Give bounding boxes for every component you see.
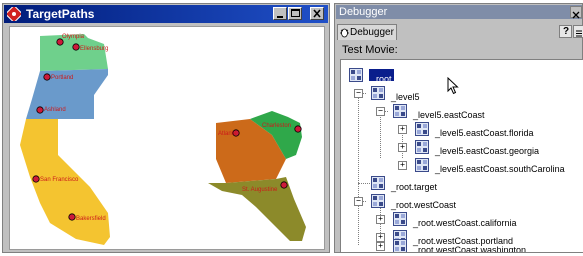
- tree-label-box: _root.westCoast: [389, 195, 458, 210]
- movieclip-icon: [415, 140, 429, 154]
- movieclip-icon: [415, 122, 429, 136]
- tree-row-root-target[interactable]: _root.target: [341, 174, 583, 192]
- tree-label-box: _root.westCoast.california: [411, 213, 519, 228]
- city-atlanta[interactable]: Atlanta: [218, 129, 240, 137]
- tree-row-florida[interactable]: + _level5.eastCoast.florida: [341, 120, 583, 138]
- movieclip-icon: [371, 194, 385, 208]
- debugger-titlebar[interactable]: Debugger: [336, 5, 582, 19]
- tree-row-california[interactable]: + _root.westCoast.california: [341, 210, 583, 228]
- targetpaths-window: TargetPaths Olympia Ellensburg Portland …: [2, 3, 330, 253]
- close-icon: [313, 9, 321, 18]
- tree-label: _level5.eastCoast.georgia: [435, 146, 540, 156]
- tree-row-root-westcoast[interactable]: − _root.westCoast: [341, 192, 583, 210]
- help-button[interactable]: ?: [559, 25, 572, 38]
- movieclip-icon: [349, 68, 363, 82]
- city-label-ashland: Ashland: [44, 107, 66, 113]
- movieclip-icon: [393, 239, 407, 252]
- city-portland[interactable]: Portland: [43, 73, 74, 81]
- tree-label-box: _root: [369, 69, 394, 84]
- expand-toggle[interactable]: +: [398, 124, 407, 134]
- tree-row-washington[interactable]: + _root.westCoast.washington: [341, 236, 583, 252]
- tree-label: _root.westCoast.washington: [413, 245, 527, 253]
- bug-icon: [340, 28, 349, 38]
- tab-debugger[interactable]: Debugger: [337, 24, 397, 40]
- close-button[interactable]: [570, 6, 582, 19]
- tree-label-box: _level5.eastCoast.georgia: [433, 141, 541, 156]
- tab-label: Debugger: [350, 27, 394, 38]
- maximize-button[interactable]: [288, 7, 302, 20]
- city-san-francisco[interactable]: San Francisco: [32, 175, 79, 183]
- city-label-san-francisco: San Francisco: [40, 177, 79, 183]
- movieclip-icon: [371, 86, 385, 100]
- tree-label-box: _level5.eastCoast: [411, 105, 487, 120]
- movieclip-icon: [393, 104, 407, 118]
- tree-label-box: _level5: [389, 87, 422, 102]
- city-label-bakersfield: Bakersfield: [76, 216, 106, 222]
- display-list-tree[interactable]: _root − _level5 − _level5.eastCoast + _l…: [340, 59, 583, 253]
- close-icon: [572, 11, 580, 19]
- window-title: TargetPaths: [26, 7, 95, 21]
- movie-label: Test Movie:: [342, 44, 398, 56]
- menu-icon: [576, 30, 582, 37]
- close-button[interactable]: [310, 7, 324, 20]
- collapse-toggle[interactable]: −: [376, 106, 385, 116]
- expand-toggle[interactable]: +: [398, 160, 407, 170]
- tree-label: _level5: [391, 92, 420, 102]
- city-label-ellensburg: Ellensburg: [80, 46, 108, 52]
- city-label-olympia: Olympia: [62, 34, 85, 40]
- city-ashland[interactable]: Ashland: [36, 106, 66, 114]
- tree-label: _root: [371, 74, 392, 84]
- movieclip-icon: [393, 212, 407, 226]
- map-drawing: Olympia Ellensburg Portland Ashland San …: [20, 34, 306, 245]
- city-label-portland: Portland: [51, 75, 73, 81]
- movieclip-icon: [371, 176, 385, 190]
- tree-row-georgia[interactable]: + _level5.eastCoast.georgia: [341, 138, 583, 156]
- targetpaths-titlebar[interactable]: TargetPaths: [4, 5, 328, 23]
- tree-row-southcarolina[interactable]: + _level5.eastCoast.southCarolina: [341, 156, 583, 174]
- tree-label: _level5.eastCoast.southCarolina: [435, 164, 565, 174]
- maximize-icon: [291, 9, 300, 17]
- collapse-toggle[interactable]: −: [354, 88, 363, 98]
- tree-label: _root.target: [391, 182, 438, 192]
- tree-label: _root.westCoast.california: [413, 218, 517, 228]
- tree-row-level5[interactable]: − _level5: [341, 84, 583, 102]
- flash-app-icon: [7, 7, 21, 21]
- tree-label-box: _level5.eastCoast.florida: [433, 123, 536, 138]
- minimize-icon: [277, 16, 283, 18]
- tree-row-level5-eastcoast[interactable]: − _level5.eastCoast: [341, 102, 583, 120]
- tree-label: _level5.eastCoast: [413, 110, 485, 120]
- tree-label-box: _level5.eastCoast.southCarolina: [433, 159, 567, 174]
- tree-label: _level5.eastCoast.florida: [435, 128, 534, 138]
- expand-toggle[interactable]: +: [398, 142, 407, 152]
- expand-toggle[interactable]: +: [376, 214, 385, 224]
- expand-toggle[interactable]: +: [376, 241, 385, 251]
- minimize-button[interactable]: [273, 7, 287, 20]
- city-label-atlanta: Atlanta: [218, 131, 237, 137]
- help-icon: ?: [563, 26, 570, 37]
- tree-label-box: _root.westCoast.washington: [411, 240, 528, 252]
- tree-row-root[interactable]: _root: [341, 66, 583, 95]
- city-label-charleston: Charleston: [262, 123, 291, 129]
- tree-label-box: _root.target: [389, 177, 439, 192]
- tree-label: _root.westCoast: [391, 200, 457, 210]
- collapse-toggle[interactable]: −: [354, 196, 363, 206]
- map-canvas: Olympia Ellensburg Portland Ashland San …: [9, 26, 325, 250]
- city-label-st-augustine: St. Augustine: [242, 187, 278, 193]
- debugger-window: Debugger Debugger ? Test Movie: _root − …: [334, 3, 583, 253]
- movieclip-icon: [415, 158, 429, 172]
- window-title: Debugger: [339, 6, 388, 18]
- panel-menu-button[interactable]: [573, 25, 583, 38]
